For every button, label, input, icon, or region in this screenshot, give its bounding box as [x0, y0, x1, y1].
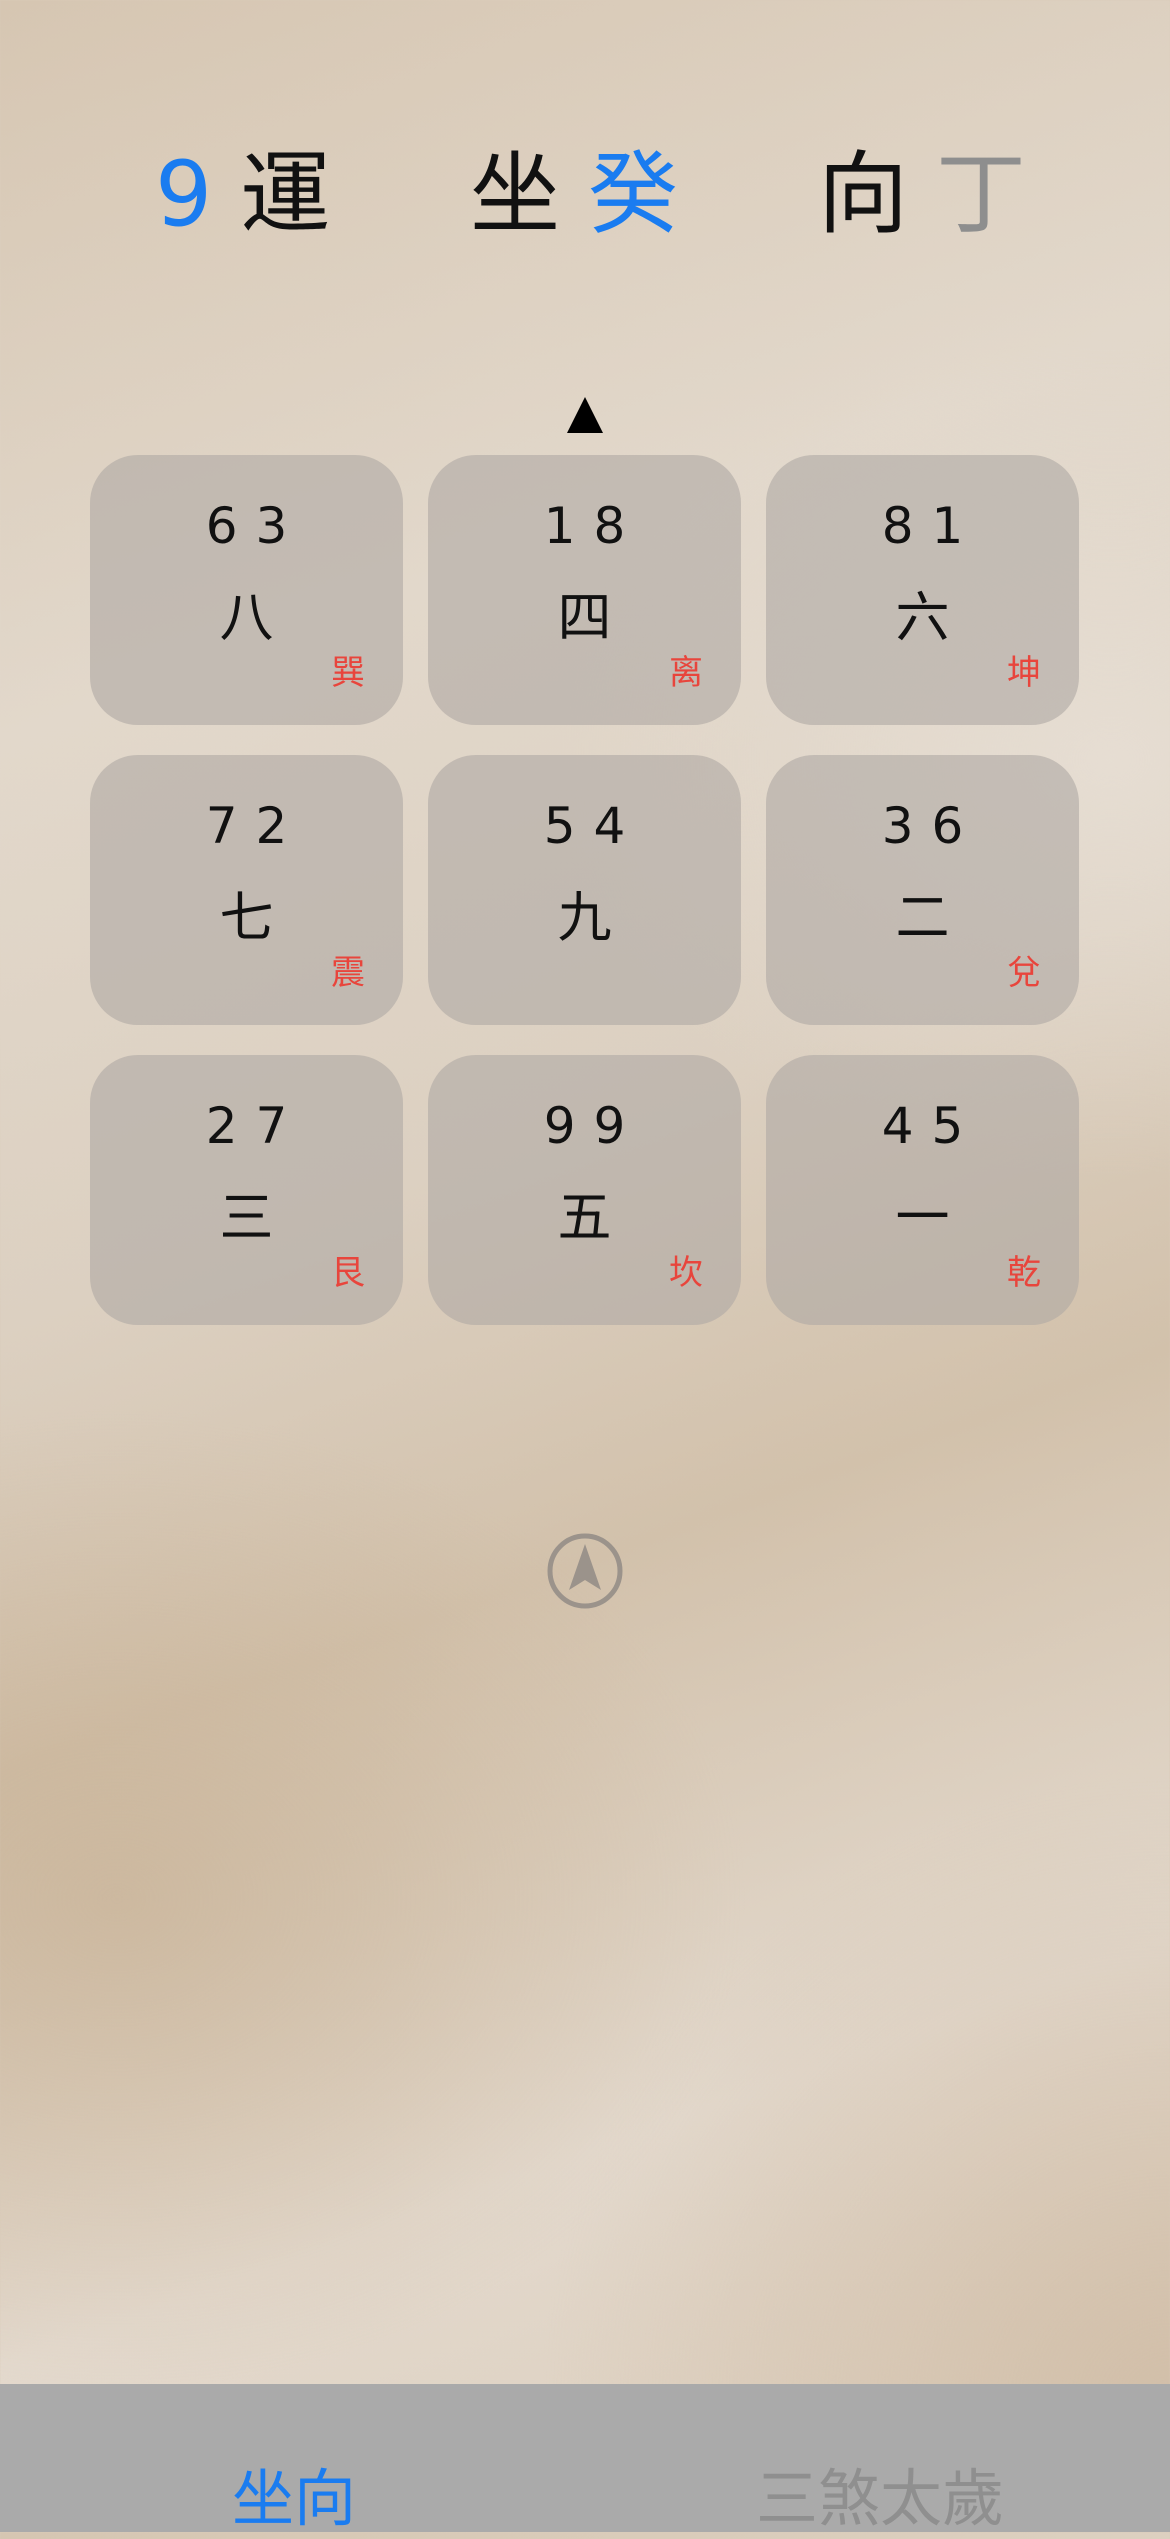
cell-period-star: 四 [557, 586, 612, 649]
sitting-value: 癸 [588, 142, 678, 247]
tab-three-killings-taisui[interactable]: 三煞太歲 [756, 2459, 1004, 2539]
palace-cell-southeast[interactable]: 63 八 巽 [90, 455, 403, 725]
cell-star-numbers: 81 [881, 497, 982, 555]
cell-period-star: 八 [219, 586, 274, 649]
cell-trigram-label: 震 [331, 953, 365, 993]
cell-period-star: 一 [895, 1186, 950, 1249]
period-label: 運 [240, 142, 331, 247]
cell-trigram-label: 巽 [331, 653, 365, 693]
cell-trigram-label: 坎 [669, 1253, 703, 1293]
palace-cell-northeast[interactable]: 27 三 艮 [90, 1055, 403, 1325]
palace-cell-south[interactable]: 18 四 离 [428, 455, 741, 725]
navigation-arrow-icon[interactable] [546, 1532, 624, 1610]
facing-indicator[interactable]: 向 丁 [818, 130, 1026, 260]
cell-star-numbers: 63 [205, 497, 306, 555]
period-number: 9 [155, 142, 213, 247]
cell-period-star: 九 [557, 886, 612, 949]
palace-cell-east[interactable]: 72 七 震 [90, 755, 403, 1025]
flying-star-grid: 63 八 巽 18 四 离 81 六 坤 72 七 震 54 九 36 二 兌 … [90, 455, 1080, 1325]
cell-period-star: 三 [219, 1186, 274, 1249]
facing-value: 丁 [936, 142, 1026, 247]
cell-trigram-label: 坤 [1007, 653, 1041, 693]
sitting-label: 坐 [470, 142, 560, 247]
cell-period-star: 二 [895, 886, 950, 949]
cell-star-numbers: 36 [881, 797, 982, 855]
cell-star-numbers: 99 [543, 1097, 644, 1155]
header: 9 運 坐 癸 向 丁 [0, 130, 1170, 260]
facing-label: 向 [818, 142, 908, 247]
cell-period-star: 七 [219, 886, 274, 949]
cell-trigram-label: 离 [669, 653, 703, 693]
cell-trigram-label: 乾 [1007, 1253, 1041, 1293]
tab-facing[interactable]: 坐向 [232, 2459, 356, 2539]
cell-star-numbers: 54 [543, 797, 644, 855]
period-indicator[interactable]: 9 運 [155, 130, 330, 260]
cell-star-numbers: 27 [205, 1097, 306, 1155]
cell-star-numbers: 18 [543, 497, 644, 555]
palace-cell-southwest[interactable]: 81 六 坤 [766, 455, 1079, 725]
palace-cell-center[interactable]: 54 九 [428, 755, 741, 1025]
palace-cell-west[interactable]: 36 二 兌 [766, 755, 1079, 1025]
cell-star-numbers: 45 [881, 1097, 982, 1155]
sitting-indicator[interactable]: 坐 癸 [470, 130, 678, 260]
cell-trigram-label: 兌 [1007, 953, 1041, 993]
cell-period-star: 五 [557, 1186, 612, 1249]
cell-star-numbers: 72 [205, 797, 306, 855]
bottom-tab-bar: 坐向 三煞太歲 [0, 2384, 1170, 2535]
cell-period-star: 六 [895, 586, 950, 649]
cell-trigram-label: 艮 [331, 1253, 365, 1293]
palace-cell-north[interactable]: 99 五 坎 [428, 1055, 741, 1325]
palace-cell-northwest[interactable]: 45 一 乾 [766, 1055, 1079, 1325]
up-triangle-icon [567, 397, 603, 433]
